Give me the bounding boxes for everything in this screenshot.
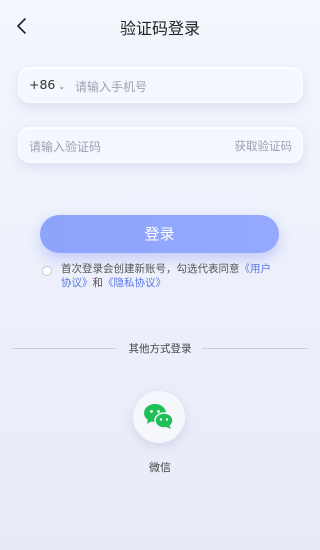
other-login-divider: 其他方式登录 xyxy=(0,340,320,356)
page-title: 验证码登录 xyxy=(119,19,200,38)
header: 验证码登录 xyxy=(0,0,320,52)
login-button[interactable]: 登录 xyxy=(40,215,279,253)
agreement-text: 首次登录会创建新账号，勾选代表同意《用户协议》和《隐私协议》 xyxy=(61,262,281,290)
get-code-button[interactable]: 获取验证码 xyxy=(235,138,293,154)
wechat-login-button[interactable] xyxy=(133,391,185,443)
privacy-policy-link[interactable]: 《隐私协议》 xyxy=(103,277,166,289)
agreement-checkbox[interactable] xyxy=(42,266,52,276)
chevron-down-icon: ⌄ xyxy=(58,82,66,91)
wechat-label: 微信 xyxy=(149,461,171,474)
agreement-and: 和 xyxy=(92,277,104,289)
country-code-selector[interactable]: +86 ⌄ xyxy=(29,77,65,92)
phone-input-card: +86 ⌄ 请输入手机号 xyxy=(18,67,303,103)
verification-code-input[interactable]: 请输入验证码 xyxy=(29,138,101,155)
wechat-icon xyxy=(144,404,174,429)
code-input-card: 请输入验证码 获取验证码 xyxy=(18,127,303,163)
phone-input[interactable]: 请输入手机号 xyxy=(75,78,147,95)
divider-line-right xyxy=(202,348,308,349)
country-code-label: +86 xyxy=(29,77,56,92)
agreement-prefix: 首次登录会创建新账号，勾选代表同意 xyxy=(61,263,240,275)
